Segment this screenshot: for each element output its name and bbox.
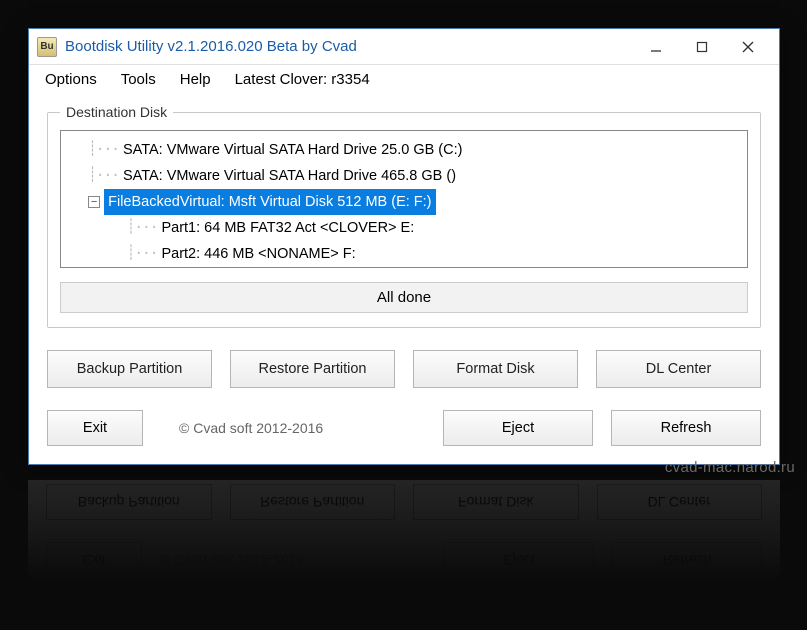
eject-button[interactable]: Eject: [443, 410, 593, 446]
menubar: Options Tools Help Latest Clover: r3354: [29, 65, 779, 94]
tree-item-label[interactable]: Part2: 446 MB <NONAME> F:: [157, 241, 359, 267]
tree-item-label[interactable]: Part1: 64 MB FAT32 Act <CLOVER> E:: [157, 215, 418, 241]
titlebar[interactable]: Bu Bootdisk Utility v2.1.2016.020 Beta b…: [29, 29, 779, 65]
exit-button[interactable]: Exit: [47, 410, 143, 446]
menu-help[interactable]: Help: [180, 71, 211, 88]
backup-partition-button[interactable]: Backup Partition: [47, 350, 212, 388]
maximize-button[interactable]: [679, 32, 725, 62]
disk-tree[interactable]: ┊···SATA: VMware Virtual SATA Hard Drive…: [60, 130, 748, 268]
status-bar: All done: [60, 282, 748, 313]
tree-row[interactable]: −FileBackedVirtual: Msft Virtual Disk 51…: [65, 189, 743, 215]
minimize-button[interactable]: [633, 32, 679, 62]
menu-tools[interactable]: Tools: [121, 71, 156, 88]
button-row-1: Backup Partition Restore Partition Forma…: [47, 350, 761, 388]
menu-latest-clover[interactable]: Latest Clover: r3354: [235, 71, 370, 88]
window-controls: [633, 32, 771, 62]
tree-row[interactable]: ┊···SATA: VMware Virtual SATA Hard Drive…: [65, 163, 743, 189]
tree-row[interactable]: ┊···Part2: 446 MB <NONAME> F:: [65, 241, 743, 267]
dl-center-button[interactable]: DL Center: [596, 350, 761, 388]
copyright-text: © Cvad soft 2012-2016: [161, 420, 425, 436]
tree-item-label[interactable]: SATA: VMware Virtual SATA Hard Drive 25.…: [119, 137, 467, 163]
destination-disk-legend: Destination Disk: [60, 104, 173, 120]
tree-row[interactable]: ┊···SATA: VMware Virtual SATA Hard Drive…: [65, 137, 743, 163]
tree-row[interactable]: ┊···Part1: 64 MB FAT32 Act <CLOVER> E:: [65, 215, 743, 241]
app-window: Bu Bootdisk Utility v2.1.2016.020 Beta b…: [28, 28, 780, 465]
tree-item-label[interactable]: SATA: VMware Virtual SATA Hard Drive 465…: [119, 163, 460, 189]
tree-item-label[interactable]: FileBackedVirtual: Msft Virtual Disk 512…: [104, 189, 435, 215]
menu-options[interactable]: Options: [45, 71, 97, 88]
destination-disk-group: Destination Disk ┊···SATA: VMware Virtua…: [47, 104, 761, 328]
watermark-text: cvad-mac.narod.ru: [665, 459, 795, 476]
format-disk-button[interactable]: Format Disk: [413, 350, 578, 388]
restore-partition-button[interactable]: Restore Partition: [230, 350, 395, 388]
tree-expander-icon[interactable]: −: [88, 196, 100, 208]
reflection-decoration: Exit © Cvad soft 2012-2016 Eject Refresh…: [28, 480, 780, 610]
refresh-button[interactable]: Refresh: [611, 410, 761, 446]
close-button[interactable]: [725, 32, 771, 62]
client-area: Destination Disk ┊···SATA: VMware Virtua…: [29, 94, 779, 464]
window-title: Bootdisk Utility v2.1.2016.020 Beta by C…: [65, 38, 633, 55]
app-icon: Bu: [37, 37, 57, 57]
button-row-2: Exit © Cvad soft 2012-2016 Eject Refresh: [47, 410, 761, 446]
